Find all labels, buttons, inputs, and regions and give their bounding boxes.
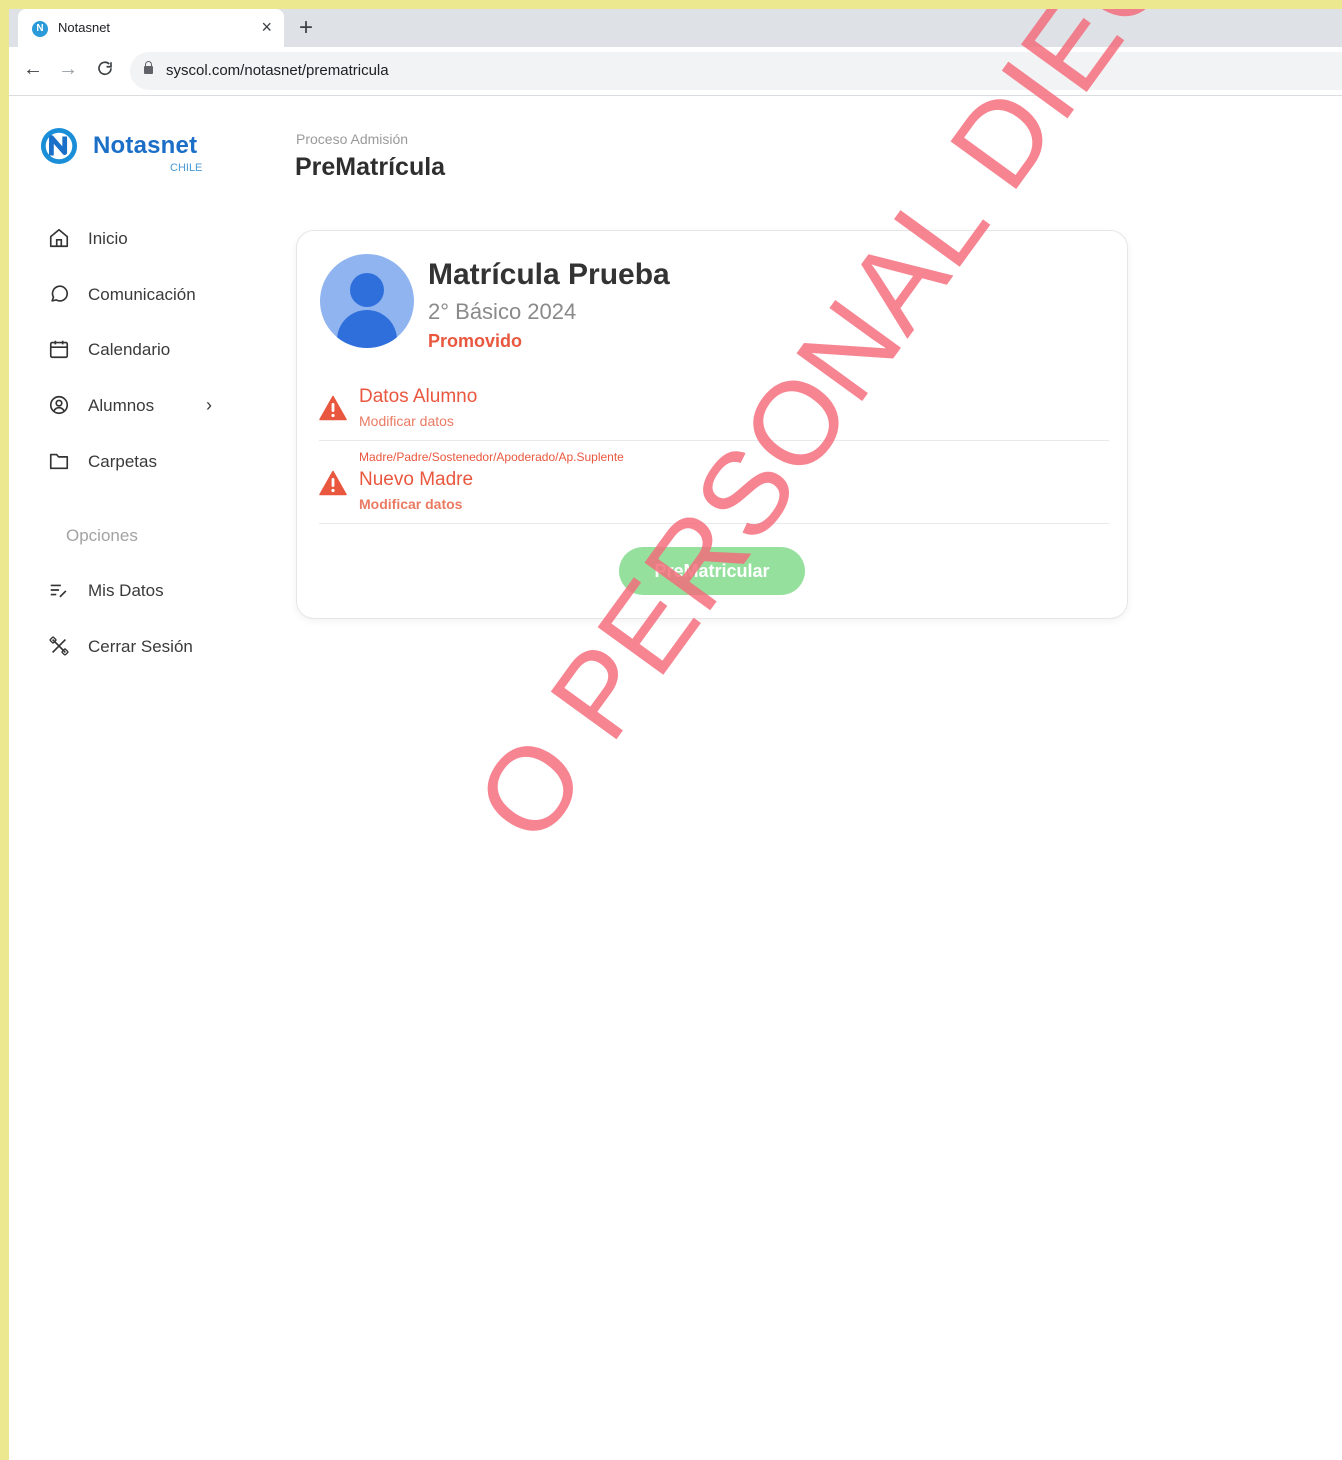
browser-toolbar: ← → syscol.com/notasnet/prematricula — [9, 47, 1342, 96]
browser-tab[interactable]: N Notasnet × — [18, 9, 284, 47]
notasnet-logo-icon — [40, 127, 78, 165]
sidebar-item-label: Comunicación — [88, 285, 196, 304]
avatar — [320, 254, 414, 348]
url-text: syscol.com/notasnet/prematricula — [166, 62, 389, 79]
sidebar-item-label: Cerrar Sesión — [88, 637, 193, 656]
sidebar-item-mis-datos[interactable]: Mis Datos — [45, 575, 265, 605]
list-edit-icon — [50, 584, 67, 598]
chat-icon — [51, 285, 69, 302]
new-tab-button[interactable]: + — [299, 14, 313, 42]
breadcrumb: Proceso Admisión — [296, 131, 409, 147]
sidebar-item-comunicacion[interactable]: Comunicación — [45, 279, 265, 309]
user-circle-icon — [49, 395, 69, 415]
datos-alumno-row[interactable]: Datos Alumno Modificar datos — [319, 381, 1109, 443]
sidebar-item-carpetas[interactable]: Carpetas — [45, 446, 265, 476]
back-arrow-icon[interactable]: ← — [21, 57, 45, 81]
row-title: Nuevo Madre — [359, 469, 474, 490]
sidebar-item-label: Alumnos — [88, 396, 155, 415]
divider — [319, 523, 1109, 524]
student-card: Matrícula Prueba 2° Básico 2024 Promovid… — [296, 230, 1128, 619]
sidebar-item-label: Calendario — [88, 340, 171, 359]
sidebar-item-inicio[interactable]: Inicio — [45, 223, 265, 253]
modificar-datos-link[interactable]: Modificar datos — [359, 496, 462, 512]
sidebar-item-label: Mis Datos — [88, 581, 164, 600]
modificar-datos-link[interactable]: Modificar datos — [359, 413, 454, 429]
warning-icon — [319, 470, 347, 496]
lock-icon — [144, 61, 153, 74]
forward-arrow-icon[interactable]: → — [56, 57, 80, 81]
sidebar-item-cerrar-sesion[interactable]: Cerrar Sesión — [45, 631, 265, 661]
sidebar-item-alumnos[interactable]: Alumnos › — [45, 390, 265, 420]
brand-name[interactable]: Notasnet — [93, 132, 197, 160]
sidebar-item-label: Inicio — [88, 229, 128, 248]
prematricular-button[interactable]: PreMatricular — [619, 547, 805, 595]
tab-strip: N Notasnet × + — [9, 9, 1342, 47]
browser-window: N Notasnet × + ← → syscol.com/notasnet/p… — [9, 9, 1342, 1460]
sidebar-section-label: Opciones — [66, 526, 138, 545]
user-avatar-icon — [337, 273, 397, 348]
home-icon — [49, 228, 69, 248]
chevron-right-icon: › — [206, 395, 212, 415]
status-badge: Promovido — [428, 331, 523, 351]
page-content: Notasnet CHILE Inicio Comunicación Calen… — [9, 9, 1342, 1460]
student-grade: 2° Básico 2024 — [428, 299, 577, 324]
sidebar-item-calendario[interactable]: Calendario — [45, 334, 265, 364]
address-bar[interactable]: syscol.com/notasnet/prematricula — [130, 52, 1342, 90]
sidebar-item-label: Carpetas — [88, 452, 157, 471]
tab-close-icon[interactable]: × — [261, 17, 272, 37]
tab-title: Notasnet — [58, 20, 111, 35]
reload-icon[interactable] — [93, 57, 117, 85]
warning-icon — [319, 395, 347, 421]
divider — [319, 440, 1109, 441]
page-title: PreMatrícula — [295, 153, 446, 181]
brand-subtitle: CHILE — [170, 162, 203, 174]
favicon-icon: N — [32, 21, 48, 37]
row-caption: Madre/Padre/Sostenedor/Apoderado/Ap.Supl… — [359, 450, 624, 464]
close-tools-icon — [49, 636, 69, 656]
folder-icon — [49, 453, 69, 470]
student-name: Matrícula Prueba — [428, 258, 670, 291]
calendar-icon — [49, 340, 69, 359]
row-title: Datos Alumno — [359, 386, 478, 407]
apoderado-row[interactable]: Madre/Padre/Sostenedor/Apoderado/Ap.Supl… — [319, 450, 1109, 526]
